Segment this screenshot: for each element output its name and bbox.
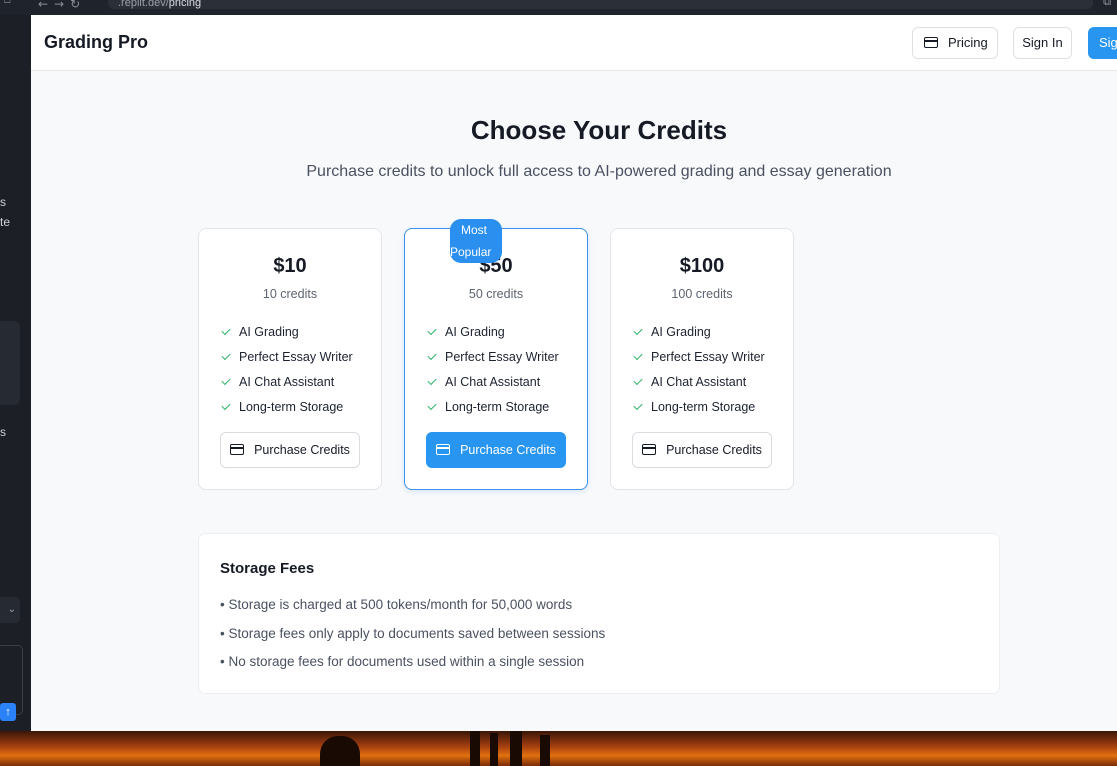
check-icon [633,325,643,336]
check-icon [633,375,643,386]
credit-card-icon [436,444,451,455]
purchase-credits-button[interactable]: Purchase Credits [426,432,566,468]
side-panel-text: s [0,195,6,209]
url-path: pricing [168,0,202,9]
chevron-down-icon[interactable]: ⌄ [0,597,20,623]
feature-item: AI Grading [633,325,765,350]
page-title: Choose Your Credits [470,115,728,145]
feature-item: Long-term Storage [221,400,353,425]
chat-icon[interactable]: ⎕ [4,0,11,7]
browser-toolbar: ⎕ ←→↻ .replit.dev/pricing ⧉ [0,0,1117,15]
plan-price: $10 [273,255,307,277]
plan-card-10: $10 10 credits AI Grading Perfect Essay … [198,228,382,490]
check-icon [221,400,231,411]
check-icon [221,325,231,336]
check-icon [221,350,231,361]
plan-credits: 10 credits [262,287,318,301]
address-bar[interactable]: .replit.dev/pricing [108,0,1093,9]
check-icon [427,375,437,386]
check-icon [427,400,437,411]
browser-nav-buttons[interactable]: ←→↻ [38,0,86,11]
feature-item: Long-term Storage [427,400,559,425]
pricing-label: Pricing [948,35,988,50]
app-header: Grading Pro Pricing Sign In Sig [31,15,1117,71]
pricing-nav-button[interactable]: Pricing [912,27,998,59]
wallpaper-silhouette [510,731,522,766]
feature-list: AI Grading Perfect Essay Writer AI Chat … [221,325,353,425]
check-icon [633,350,643,361]
feature-item: AI Chat Assistant [221,375,353,400]
brand-logo[interactable]: Grading Pro [44,32,148,53]
feature-item: Perfect Essay Writer [221,350,353,375]
list-item: • No storage fees for documents used wit… [220,654,585,669]
side-panel-text: te [0,215,11,229]
plan-credits: 100 credits [671,287,733,301]
wallpaper-silhouette [320,736,360,766]
feature-item: Perfect Essay Writer [633,350,765,375]
list-item: • Storage fees only apply to documents s… [220,625,606,641]
side-panel-text: s [0,425,6,439]
check-icon [221,375,231,386]
check-icon [427,350,437,361]
desktop-wallpaper [0,731,1117,766]
sign-in-button[interactable]: Sign In [1013,27,1072,59]
pricing-page: Grading Pro Pricing Sign In Sig Choose Y… [31,15,1117,731]
check-icon [427,325,437,336]
feature-list: AI Grading Perfect Essay Writer AI Chat … [427,325,559,425]
plan-price: $100 [679,255,725,277]
storage-fees-list: • Storage is charged at 500 tokens/month… [220,597,605,683]
extensions-icon[interactable]: ⧉ [1103,0,1111,9]
credit-card-icon [642,444,657,455]
most-popular-badge: Most Popular [450,219,502,263]
feature-item: AI Grading [221,325,353,350]
list-item: • Storage is charged at 500 tokens/month… [220,597,573,612]
feature-list: AI Grading Perfect Essay Writer AI Chat … [633,325,765,425]
credit-card-icon [924,37,938,48]
check-icon [633,400,643,411]
feature-item: Long-term Storage [633,400,765,425]
send-arrow-icon[interactable]: ↑ [0,703,16,721]
side-panel: s te s ⌄ ↑ [0,15,31,731]
feature-item: AI Chat Assistant [427,375,559,400]
wallpaper-silhouette [470,731,480,766]
plan-credits: 50 credits [468,287,524,301]
storage-fees-title: Storage Fees [220,560,315,577]
credit-card-icon [230,444,245,455]
url-prefix: .replit.dev/ [118,0,169,9]
purchase-credits-button[interactable]: Purchase Credits [632,432,772,468]
sign-up-button[interactable]: Sig [1088,27,1117,59]
feature-item: AI Grading [427,325,559,350]
side-panel-card[interactable] [0,321,20,405]
plan-card-100: $100 100 credits AI Grading Perfect Essa… [610,228,794,490]
wallpaper-silhouette [490,733,498,766]
storage-fees-panel: Storage Fees • Storage is charged at 500… [198,533,1000,694]
feature-item: AI Chat Assistant [633,375,765,400]
page-subtitle: Purchase credits to unlock full access t… [306,163,892,180]
wallpaper-silhouette [540,735,550,766]
plan-card-50: $50 Most Popular 50 credits AI Grading P… [404,219,588,490]
feature-item: Perfect Essay Writer [427,350,559,375]
purchase-credits-button[interactable]: Purchase Credits [220,432,360,468]
